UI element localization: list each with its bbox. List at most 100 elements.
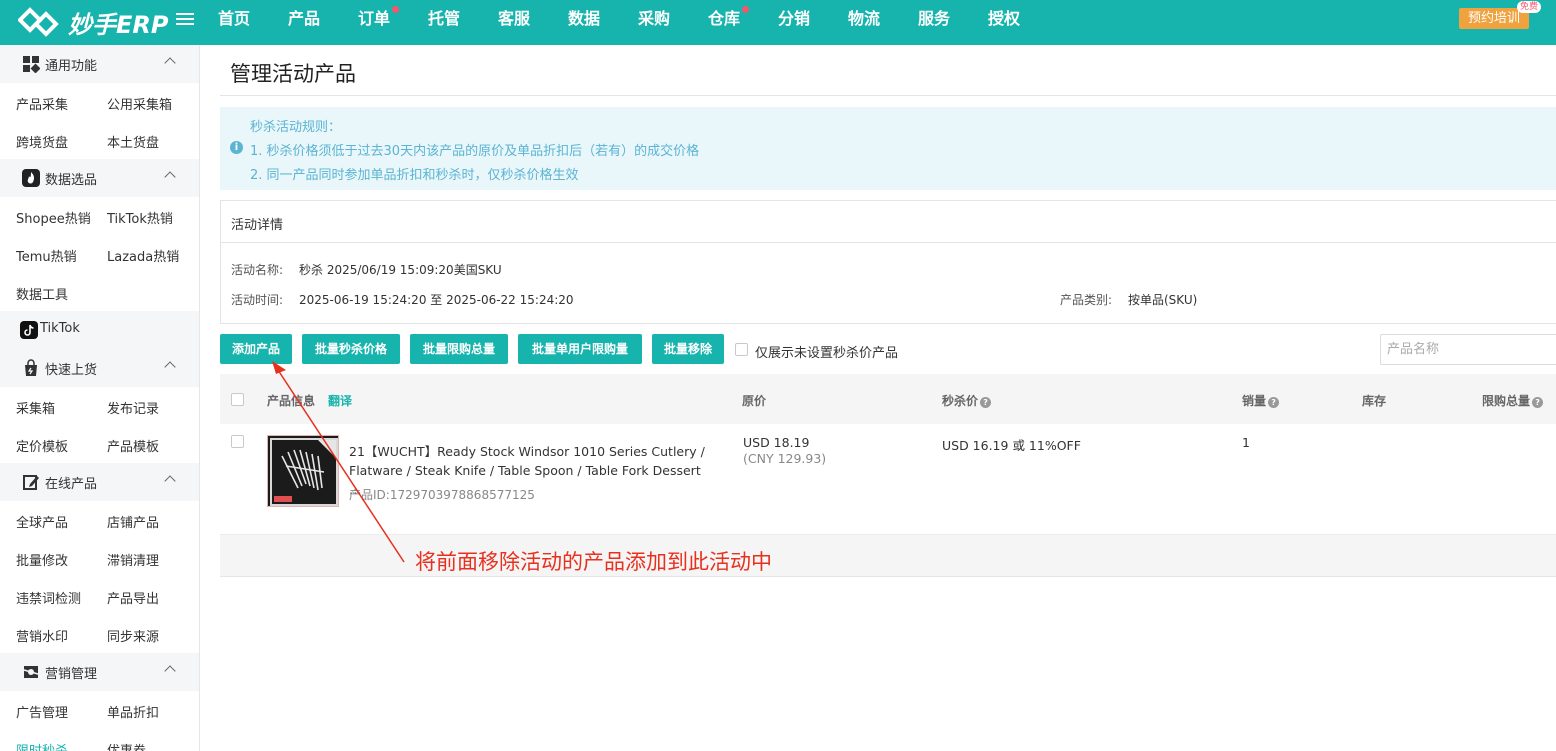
sidebar-item-slow-clear[interactable]: 滞销清理 [107, 550, 159, 569]
help-icon[interactable]: ? [1268, 397, 1280, 408]
sidebar-section-marketing[interactable]: 营销管理 [0, 653, 199, 691]
chevron-up-icon [164, 171, 176, 183]
product-name-search-input[interactable] [1380, 334, 1556, 365]
free-badge: 免费 [1517, 1, 1542, 13]
sidebar-section-fast-upload[interactable]: 快速上货 [0, 349, 199, 387]
fire-icon [22, 169, 40, 187]
sidebar-item-coupon[interactable]: 优惠券 [107, 740, 146, 751]
nav-orders[interactable]: 订单 [358, 0, 428, 45]
row-checkbox[interactable] [231, 435, 244, 448]
section-title: 数据选品 [45, 173, 98, 188]
card-title: 活动详情 [231, 218, 284, 233]
nav-warehouse-label: 仓库 [708, 9, 741, 28]
translate-link[interactable]: 翻译 [328, 392, 352, 409]
sidebar-item-shop-products[interactable]: 店铺产品 [107, 512, 159, 531]
sidebar-item-data-tools[interactable]: 数据工具 [16, 284, 68, 303]
col-flash-price-label: 秒杀价 [942, 394, 979, 408]
col-product-info: 产品信息 [267, 394, 316, 408]
sidebar-item-tiktok-hot[interactable]: TikTok热销 [107, 208, 173, 227]
info-icon: i [230, 141, 243, 154]
col-stock: 库存 [1362, 394, 1387, 408]
col-sales-label: 销量 [1242, 394, 1267, 408]
activity-name-label: 活动名称: [231, 263, 284, 277]
table-header: 产品信息 原价 秒杀价? 销量? 库存 限购总量? [220, 374, 1556, 424]
col-original-price: 原价 [742, 394, 767, 408]
chevron-up-icon [164, 361, 176, 373]
sidebar-item-public-box[interactable]: 公用采集箱 [107, 94, 172, 113]
sidebar-item-price-template[interactable]: 定价模板 [16, 436, 68, 455]
product-id: 产品ID:1729703978868577125 [349, 488, 535, 502]
sidebar-item-batch-edit[interactable]: 批量修改 [16, 550, 68, 569]
sidebar-item-ads[interactable]: 广告管理 [16, 702, 68, 721]
sidebar-item-publish-log[interactable]: 发布记录 [107, 398, 159, 417]
nav-authorize[interactable]: 授权 [988, 0, 1058, 45]
only-unset-label: 仅展示未设置秒杀价产品 [755, 346, 899, 361]
sidebar-section-data[interactable]: 数据选品 [0, 159, 199, 197]
col-flash-price: 秒杀价? [942, 392, 992, 409]
product-type-label: 产品类别: [1060, 293, 1113, 307]
notification-dot [392, 6, 399, 13]
help-icon[interactable]: ? [1532, 397, 1544, 408]
shopping-bag-icon [25, 359, 37, 376]
sidebar-item-product-template[interactable]: 产品模板 [107, 436, 159, 455]
nav-warehouse[interactable]: 仓库 [708, 0, 778, 45]
sidebar-item-collect[interactable]: 产品采集 [16, 94, 68, 113]
original-price: USD 18.19 [743, 435, 810, 450]
sidebar-item-label: TikTok [40, 321, 80, 336]
sidebar-item-flash-sale[interactable]: 限时秒杀 [16, 740, 68, 751]
main-nav: 首页 产品 订单 托管 客服 数据 采购 仓库 分销 物流 服务 授权 [218, 0, 1058, 45]
nav-data[interactable]: 数据 [568, 0, 638, 45]
activity-name-value: 秒杀 2025/06/19 15:09:20美国SKU [299, 263, 502, 277]
sidebar-item-global-products[interactable]: 全球产品 [16, 512, 68, 531]
sidebar-item-tiktok[interactable]: TikTok [0, 311, 199, 349]
nav-hosting[interactable]: 托管 [428, 0, 498, 45]
sidebar-item-cross-border[interactable]: 跨境货盘 [16, 132, 68, 151]
col-limit-total: 限购总量? [1482, 392, 1544, 409]
product-thumbnail[interactable] [267, 435, 339, 507]
nav-products[interactable]: 产品 [288, 0, 358, 45]
rules-alert: i 秒杀活动规则： 1. 秒杀价格须低于过去30天内该产品的原价及单品折扣后（若… [220, 107, 1556, 190]
select-all-checkbox[interactable] [231, 393, 244, 406]
miaoshou-logo-icon [18, 7, 59, 37]
ticket-icon [23, 666, 39, 678]
nav-service[interactable]: 客服 [498, 0, 568, 45]
add-product-button[interactable]: 添加产品 [220, 334, 292, 364]
edit-icon [23, 475, 39, 490]
flash-price[interactable]: USD 16.19 或 11%OFF [942, 435, 1081, 454]
rule-line: 2. 同一产品同时参加单品折扣和秒杀时，仅秒杀价格生效 [250, 168, 579, 183]
nav-home[interactable]: 首页 [218, 0, 288, 45]
sidebar-item-temu-hot[interactable]: Temu热销 [16, 246, 77, 265]
annotation-text: 将前面移除活动的产品添加到此活动中 [415, 550, 772, 574]
batch-limit-total-button[interactable]: 批量限购总量 [410, 334, 508, 364]
section-title: 快速上货 [45, 363, 98, 378]
logo[interactable]: 妙手ERP [18, 4, 168, 40]
sidebar-item-forbidden-words[interactable]: 违禁词检测 [16, 588, 81, 607]
sidebar-item-collect-box[interactable]: 采集箱 [16, 398, 55, 417]
divider [220, 95, 1556, 96]
sidebar: 通用功能 产品采集 公用采集箱 跨境货盘 本土货盘 数据选品 Shopee热销 … [0, 45, 200, 751]
original-price-cny: (CNY 129.93) [743, 451, 827, 466]
sidebar-item-discount[interactable]: 单品折扣 [107, 702, 159, 721]
tiktok-icon [20, 321, 38, 339]
batch-remove-button[interactable]: 批量移除 [652, 334, 724, 364]
only-unset-checkbox[interactable] [735, 343, 748, 356]
sidebar-section-common[interactable]: 通用功能 [0, 45, 199, 83]
grid-icon [23, 56, 40, 73]
sidebar-item-local-goods[interactable]: 本土货盘 [107, 132, 159, 151]
sales-count: 1 [1242, 435, 1250, 450]
sidebar-item-lazada-hot[interactable]: Lazada热销 [107, 246, 179, 265]
menu-toggle-icon[interactable] [176, 10, 194, 28]
nav-distribution[interactable]: 分销 [778, 0, 848, 45]
batch-user-limit-button[interactable]: 批量单用户限购量 [518, 334, 642, 364]
sidebar-section-online[interactable]: 在线产品 [0, 463, 199, 501]
batch-flash-price-button[interactable]: 批量秒杀价格 [302, 334, 400, 364]
sidebar-item-sync-source[interactable]: 同步来源 [107, 626, 159, 645]
sidebar-item-watermark[interactable]: 营销水印 [16, 626, 68, 645]
rule-line: 1. 秒杀价格须低于过去30天内该产品的原价及单品折扣后（若有）的成交价格 [250, 144, 700, 159]
help-icon[interactable]: ? [980, 397, 992, 408]
sidebar-item-shopee-hot[interactable]: Shopee热销 [16, 208, 91, 227]
nav-purchase[interactable]: 采购 [638, 0, 708, 45]
nav-services[interactable]: 服务 [918, 0, 988, 45]
sidebar-item-export[interactable]: 产品导出 [107, 588, 159, 607]
nav-logistics[interactable]: 物流 [848, 0, 918, 45]
